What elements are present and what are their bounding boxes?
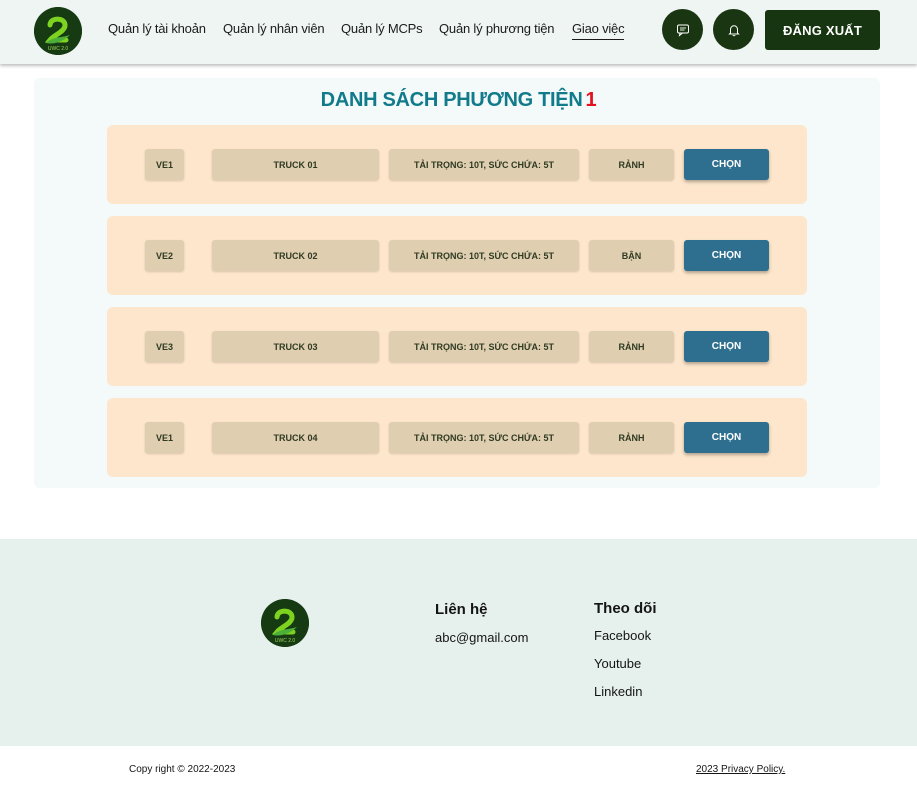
vehicle-capacity: TẢI TRỌNG: 10T, SỨC CHỨA: 5T — [389, 240, 579, 271]
privacy-policy-link[interactable]: 2023 Privacy Policy. — [696, 764, 785, 775]
annotation-marker-1: 1 — [585, 89, 597, 111]
vehicle-row: VE2 TRUCK 02 TẢI TRỌNG: 10T, SỨC CHỨA: 5… — [107, 216, 807, 295]
bottom-bar: Copy right © 2022-2023 2023 Privacy Poli… — [0, 746, 917, 788]
vehicle-id: VE1 — [145, 422, 184, 453]
vehicle-row: VE1 TRUCK 01 TẢI TRỌNG: 10T, SỨC CHỨA: 5… — [107, 125, 807, 204]
footer-logo[interactable]: UWC 2.0 — [261, 599, 309, 647]
footer-logo-text: UWC 2.0 — [275, 638, 296, 644]
nav-link-mcps[interactable]: Quản lý MCPs — [341, 21, 423, 36]
nav-link-accounts[interactable]: Quản lý tài khoản — [108, 21, 206, 36]
copyright-text: Copy right © 2022-2023 — [129, 764, 236, 775]
contact-email[interactable]: abc@gmail.com — [435, 630, 528, 645]
vehicle-capacity: TẢI TRỌNG: 10T, SỨC CHỨA: 5T — [389, 331, 579, 362]
vehicle-status: BẬN — [589, 240, 674, 271]
logo[interactable]: UWC 2.0 — [34, 7, 82, 55]
vehicle-status: RẢNH — [589, 149, 674, 180]
vehicle-name: TRUCK 01 — [212, 149, 379, 180]
nav-link-employees[interactable]: Quản lý nhân viên — [223, 21, 325, 36]
logo-icon: UWC 2.0 — [261, 599, 309, 647]
page-title-wrapper: DANH SÁCH PHƯƠNG TIỆN 1 — [0, 89, 917, 112]
vehicle-id: VE2 — [145, 240, 184, 271]
chat-icon — [676, 24, 689, 37]
messages-button[interactable] — [662, 9, 703, 50]
select-vehicle-button[interactable]: CHỌN — [684, 331, 769, 362]
vehicle-id: VE1 — [145, 149, 184, 180]
facebook-link[interactable]: Facebook — [594, 628, 651, 643]
vehicle-capacity: TẢI TRỌNG: 10T, SỨC CHỨA: 5T — [389, 422, 579, 453]
nav-link-vehicles[interactable]: Quản lý phương tiện — [439, 21, 555, 36]
contact-heading: Liên hệ — [435, 601, 488, 618]
vehicle-name: TRUCK 03 — [212, 331, 379, 362]
vehicle-status: RẢNH — [589, 331, 674, 362]
select-vehicle-button[interactable]: CHỌN — [684, 240, 769, 271]
page-title: DANH SÁCH PHƯƠNG TIỆN — [320, 89, 583, 111]
select-vehicle-button[interactable]: CHỌN — [684, 149, 769, 180]
logo-text: UWC 2.0 — [48, 46, 69, 52]
linkedin-link[interactable]: Linkedin — [594, 684, 642, 699]
bell-icon — [727, 24, 740, 36]
footer: UWC 2.0 Liên hệ abc@gmail.com Theo dõi F… — [0, 539, 917, 746]
vehicle-capacity: TẢI TRỌNG: 10T, SỨC CHỨA: 5T — [389, 149, 579, 180]
vehicle-status: RẢNH — [589, 422, 674, 453]
select-vehicle-button[interactable]: CHỌN — [684, 422, 769, 453]
vehicle-row: VE1 TRUCK 04 TẢI TRỌNG: 10T, SỨC CHỨA: 5… — [107, 398, 807, 477]
logout-button[interactable]: ĐĂNG XUẤT — [765, 10, 880, 50]
logo-icon: UWC 2.0 — [34, 7, 82, 55]
vehicle-id: VE3 — [145, 331, 184, 362]
vehicle-name: TRUCK 04 — [212, 422, 379, 453]
follow-heading: Theo dõi — [594, 600, 657, 617]
top-navbar: UWC 2.0 Quản lý tài khoản Quản lý nhân v… — [0, 0, 917, 64]
nav-link-assign-task[interactable]: Giao việc — [572, 21, 625, 40]
vehicle-row: VE3 TRUCK 03 TẢI TRỌNG: 10T, SỨC CHỨA: 5… — [107, 307, 807, 386]
notifications-button[interactable] — [713, 9, 754, 50]
vehicle-name: TRUCK 02 — [212, 240, 379, 271]
youtube-link[interactable]: Youtube — [594, 656, 641, 671]
